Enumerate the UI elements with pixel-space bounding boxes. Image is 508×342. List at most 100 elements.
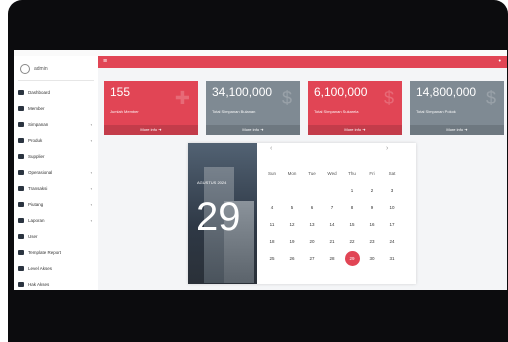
sidebar-item-label: Simpanan [28, 121, 49, 127]
laptop-bottom-bezel [14, 290, 507, 342]
sidebar: admin Dashboard Member Simpanan ‹ Produk… [14, 56, 98, 290]
calendar-day[interactable]: 8 [342, 199, 362, 216]
calendar-week-row: 4 5 6 7 8 9 10 [262, 199, 412, 216]
sidebar-item-user[interactable]: User [18, 228, 98, 244]
card-label: Total Simpanan Pokok [416, 109, 456, 114]
calendar-empty-cell [282, 182, 302, 199]
calendar-day[interactable]: 11 [262, 216, 282, 233]
calendar-day[interactable]: 17 [382, 216, 402, 233]
calendar-day[interactable]: 27 [302, 250, 322, 267]
calendar-day[interactable]: 3 [382, 182, 402, 199]
sidebar-item-level-akses[interactable]: Level Akses [18, 260, 98, 276]
calendar-day[interactable]: 2 [362, 182, 382, 199]
calendar-day[interactable]: 6 [302, 199, 322, 216]
user-name: admin [34, 66, 48, 72]
sidebar-item-label: Hak Akses [28, 281, 50, 287]
card-value: 34,100,000 [212, 85, 273, 99]
sidebar-item-label: Produk [28, 137, 43, 143]
users-icon [18, 265, 24, 271]
calendar-dow-label: Sat [388, 171, 396, 176]
more-info-link[interactable]: More info ➜ [206, 125, 300, 135]
more-info-link[interactable]: More info ➜ [410, 125, 504, 135]
dollar-icon: $ [485, 88, 496, 108]
calendar-week-row: 11 12 13 14 15 16 17 [262, 216, 412, 233]
arrow-circle-right-icon: ➜ [464, 127, 468, 132]
sidebar-item-member[interactable]: Member [18, 100, 98, 116]
sidebar-item-piutang[interactable]: Piutang ‹ [18, 196, 98, 212]
card-label: Total Simpanan Bulanan [212, 109, 256, 114]
sidebar-item-label: Transaksi [28, 185, 48, 191]
prev-month-icon[interactable]: ‹ [270, 145, 272, 152]
calendar-day-selected[interactable]: 29 [342, 250, 362, 267]
calendar-day[interactable]: 30 [362, 250, 382, 267]
chevron-left-icon: ‹ [90, 201, 92, 207]
calendar-day[interactable]: 10 [382, 199, 402, 216]
list-icon [18, 169, 24, 175]
user-icon [18, 233, 24, 239]
calendar-dow-label: Wed [327, 171, 337, 176]
calendar-day[interactable]: 31 [382, 250, 402, 267]
dollar-icon: $ [281, 88, 292, 108]
calendar-day[interactable]: 14 [322, 216, 342, 233]
calendar-day[interactable]: 23 [362, 233, 382, 250]
calendar-day[interactable]: 12 [282, 216, 302, 233]
more-info-link[interactable]: More info ➜ [104, 125, 198, 135]
id-card-icon [18, 105, 24, 111]
card-label: Jumlah Member [110, 109, 139, 114]
calendar-day[interactable]: 20 [302, 233, 322, 250]
box-icon [18, 137, 24, 143]
sidebar-item-laporan[interactable]: Laporan ‹ [18, 212, 98, 228]
calendar-day[interactable]: 28 [322, 250, 342, 267]
sidebar-item-operasional[interactable]: Operasional ‹ [18, 164, 98, 180]
sidebar-nav: Dashboard Member Simpanan ‹ Produk ‹ Sup… [18, 84, 98, 290]
chevron-left-icon: ‹ [90, 121, 92, 127]
dollar-icon: $ [383, 88, 394, 108]
calendar-day[interactable]: 16 [362, 216, 382, 233]
calendar-day[interactable]: 26 [282, 250, 302, 267]
calendar-week-row: 123 [262, 182, 412, 199]
calendar-day[interactable]: 7 [322, 199, 342, 216]
calendar-big-day: 29 [196, 195, 241, 239]
card-value: 155 [110, 85, 131, 99]
app-screen: ≡ • admin Dashboard Member Simpanan ‹ Pr… [14, 50, 507, 290]
calendar-day[interactable]: 21 [322, 233, 342, 250]
document-icon [18, 201, 24, 207]
sidebar-item-simpanan[interactable]: Simpanan ‹ [18, 116, 98, 132]
calendar-widget: AGUSTUS 2024 29 ‹ › Sun Mon Tue Wed Thu Fri Sa… [188, 143, 416, 284]
calendar-photo: AGUSTUS 2024 29 [188, 143, 257, 284]
calendar-day[interactable]: 9 [362, 199, 382, 216]
stat-card-member: 155 Jumlah Member ✚ More info ➜ [104, 81, 198, 135]
sidebar-item-label: Template Report [28, 249, 62, 255]
calendar-day[interactable]: 15 [342, 216, 362, 233]
hamburger-menu-icon[interactable]: ≡ [103, 56, 107, 68]
calendar-day[interactable]: 18 [262, 233, 282, 250]
gear-icon [18, 217, 24, 223]
sidebar-item-dashboard[interactable]: Dashboard [18, 84, 98, 100]
sidebar-item-transaksi[interactable]: Transaksi ‹ [18, 180, 98, 196]
sidebar-item-template-report[interactable]: Template Report [18, 244, 98, 260]
user-plus-icon: ✚ [174, 88, 190, 108]
sidebar-item-label: Dashboard [28, 89, 51, 95]
next-month-icon[interactable]: › [386, 145, 388, 152]
sidebar-item-hak-akses[interactable]: Hak Akses [18, 276, 98, 290]
calendar-dow-label: Sun [267, 171, 276, 176]
sidebar-item-label: Piutang [28, 201, 44, 207]
calendar-grid: Sun Mon Tue Wed Thu Fri Sat 1 2 3 4 5 6 7 8 9 10 11 12 13 14… [262, 165, 412, 267]
calendar-day[interactable]: 22 [342, 233, 362, 250]
arrow-circle-right-icon: ➜ [362, 127, 366, 132]
calendar-day[interactable]: 4 [262, 199, 282, 216]
user-panel[interactable]: admin [20, 62, 92, 76]
calendar-day[interactable]: 5 [282, 199, 302, 216]
settings-icon[interactable]: • [499, 56, 501, 68]
sidebar-item-produk[interactable]: Produk ‹ [18, 132, 98, 148]
calendar-empty-cell [262, 182, 282, 199]
sidebar-divider [18, 80, 94, 81]
sidebar-item-supplier[interactable]: Supplier [18, 148, 98, 164]
calendar-day[interactable]: 24 [382, 233, 402, 250]
chevron-left-icon: ‹ [90, 169, 92, 175]
calendar-day[interactable]: 19 [282, 233, 302, 250]
more-info-link[interactable]: More info ➜ [308, 125, 402, 135]
calendar-day[interactable]: 1 [342, 182, 362, 199]
calendar-day[interactable]: 25 [262, 250, 282, 267]
calendar-day[interactable]: 13 [302, 216, 322, 233]
